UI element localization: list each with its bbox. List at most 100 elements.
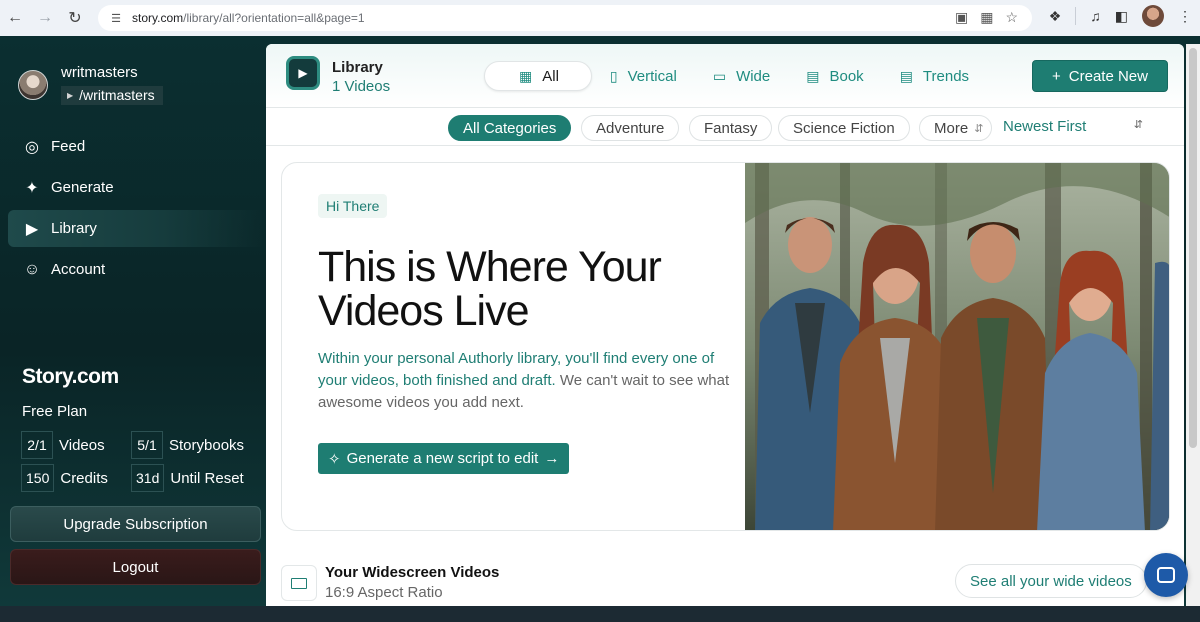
logout-button[interactable]: Logout [10, 549, 261, 585]
create-new-button[interactable]: + Create New [1032, 60, 1168, 92]
tab-trends[interactable]: ▤ Trends [882, 61, 987, 91]
forward-arrow-icon[interactable]: → [30, 3, 60, 33]
user-avatar[interactable] [18, 70, 48, 100]
hero-title: This is Where Your Videos Live [318, 243, 662, 335]
address-bar[interactable]: ☰ story.com/library/all?orientation=all&… [98, 5, 1032, 31]
generate-script-label: Generate a new script to edit [346, 450, 539, 467]
reload-icon[interactable]: ↻ [60, 3, 90, 33]
grid-icon: ▦ [519, 67, 533, 84]
stat-label: Credits [60, 469, 108, 487]
see-all-wide-videos-button[interactable]: See all your wide videos [955, 564, 1147, 598]
chip-science-fiction[interactable]: Science Fiction [778, 115, 910, 141]
sidebar-item-label: Library [51, 220, 97, 237]
chip-adventure[interactable]: Adventure [581, 115, 680, 141]
widescreen-section-header: Your Widescreen Videos 16:9 Aspect Ratio… [281, 560, 1170, 606]
translate-icon[interactable]: ▦ [980, 9, 993, 26]
sort-select[interactable]: Newest First ⇵ [1003, 118, 1143, 135]
landscape-icon: ▭ [712, 67, 727, 84]
tab-label: Book [829, 67, 864, 85]
video-count: 1 Videos [332, 78, 391, 95]
updown-chevron-icon: ⇵ [974, 122, 984, 135]
plus-icon: + [1052, 67, 1061, 85]
sidebar-item-library[interactable]: ▶ Library [8, 210, 266, 247]
sidebar-item-label: Account [51, 261, 106, 278]
brand-logo[interactable]: Story.com [22, 365, 119, 389]
sidebar-item-feed[interactable]: ◎ Feed [8, 128, 266, 165]
sparkle-icon: ✦ [25, 179, 39, 197]
arrow-right-icon: → [544, 450, 560, 467]
side-panel-icon[interactable]: ◧ [1115, 8, 1128, 25]
stat-value: 2/1 [21, 431, 53, 459]
library-icon: ▶ [25, 220, 39, 238]
chat-bubble-icon [1157, 567, 1175, 583]
stat-label: Until Reset [170, 469, 244, 487]
sidebar-nav: ◎ Feed ✦ Generate ▶ Library ☺ Account [8, 128, 266, 292]
stat-value: 5/1 [131, 431, 163, 459]
tab-book[interactable]: ▤ Book [788, 61, 881, 91]
back-arrow-icon[interactable]: ← [0, 3, 30, 33]
user-profile[interactable]: writmasters ▶ /writmasters [18, 64, 163, 105]
plan-name: Free Plan [22, 403, 88, 420]
sidebar-item-label: Generate [51, 179, 114, 196]
chip-more[interactable]: More ⇵ [919, 115, 993, 141]
widescreen-icon [281, 565, 317, 601]
site-settings-icon[interactable]: ☰ [108, 10, 124, 26]
tab-label: Wide [736, 67, 771, 85]
bookmark-star-icon[interactable]: ☆ [1005, 9, 1018, 26]
stat-value: 31d [131, 464, 165, 492]
stat-label: Videos [59, 436, 105, 454]
install-app-icon[interactable]: ▣ [955, 9, 968, 26]
main-panel: ▶ Library 1 Videos ▦ All ▯ Vertical ▭ Wi… [266, 44, 1184, 606]
play-circle-icon: ◎ [25, 138, 39, 156]
page-scrollbar[interactable] [1186, 44, 1200, 606]
sidebar-item-generate[interactable]: ✦ Generate [8, 169, 266, 206]
user-handle[interactable]: ▶ /writmasters [61, 86, 163, 105]
media-controls-icon[interactable]: ♫ [1090, 8, 1101, 24]
greeting-badge: Hi There [318, 194, 388, 218]
hero-card: Hi There This is Where Your Videos Live … [281, 162, 1170, 531]
stat-reset: 31d Until Reset [131, 464, 261, 492]
tab-wide[interactable]: ▭ Wide [695, 61, 788, 91]
orientation-tabs: ▦ All ▯ Vertical ▭ Wide ▤ Book ▤ Trends [484, 61, 987, 91]
category-filter-bar: All Categories Adventure Fantasy Science… [266, 108, 1184, 146]
stat-storybooks: 5/1 Storybooks [131, 431, 261, 459]
generate-script-button[interactable]: ✧ Generate a new script to edit → [318, 443, 570, 474]
book-icon: ▤ [806, 67, 820, 84]
username: writmasters [61, 64, 138, 81]
sidebar: writmasters ▶ /writmasters ◎ Feed ✦ Gene… [0, 36, 266, 606]
upgrade-subscription-button[interactable]: Upgrade Subscription [10, 506, 261, 542]
hero-illustration [745, 163, 1169, 530]
library-logo-icon: ▶ [286, 56, 320, 90]
chat-support-button[interactable] [1144, 553, 1188, 597]
extensions-icon[interactable]: ❖ [1049, 8, 1062, 25]
updown-chevron-icon: ⇵ [1133, 119, 1143, 131]
tab-all[interactable]: ▦ All [484, 61, 592, 91]
os-taskbar [0, 606, 1200, 622]
tab-label: Vertical [627, 67, 677, 85]
sparkle-icon: ✧ [328, 450, 341, 468]
menu-kebab-icon[interactable]: ⋮ [1178, 8, 1192, 25]
tab-label: All [542, 67, 559, 85]
stat-videos: 2/1 Videos [21, 431, 131, 459]
page-title: Library [332, 59, 383, 76]
chip-all-categories[interactable]: All Categories [448, 115, 572, 141]
chip-fantasy[interactable]: Fantasy [689, 115, 773, 141]
sidebar-item-label: Feed [51, 138, 86, 155]
url-path: /library/all?orientation=all&page=1 [183, 11, 365, 25]
url-host: story.com [132, 11, 184, 25]
hero-image [745, 163, 1169, 530]
user-circle-icon: ☺ [23, 260, 41, 278]
tab-label: Trends [922, 67, 970, 85]
tab-vertical[interactable]: ▯ Vertical [592, 61, 695, 91]
browser-toolbar: ← → ↻ ☰ story.com/library/all?orientatio… [0, 0, 1200, 36]
user-handle-text: /writmasters [79, 87, 155, 103]
trends-icon: ▤ [899, 67, 913, 84]
profile-avatar[interactable] [1142, 5, 1164, 27]
library-header: ▶ Library 1 Videos ▦ All ▯ Vertical ▭ Wi… [266, 44, 1184, 108]
app-root: writmasters ▶ /writmasters ◎ Feed ✦ Gene… [0, 36, 1200, 606]
sidebar-item-account[interactable]: ☺ Account [8, 251, 266, 288]
stat-credits: 150 Credits [21, 464, 131, 492]
chip-more-label: More [934, 119, 969, 137]
caret-right-icon: ▶ [67, 90, 74, 100]
scrollbar-thumb[interactable] [1189, 48, 1197, 448]
